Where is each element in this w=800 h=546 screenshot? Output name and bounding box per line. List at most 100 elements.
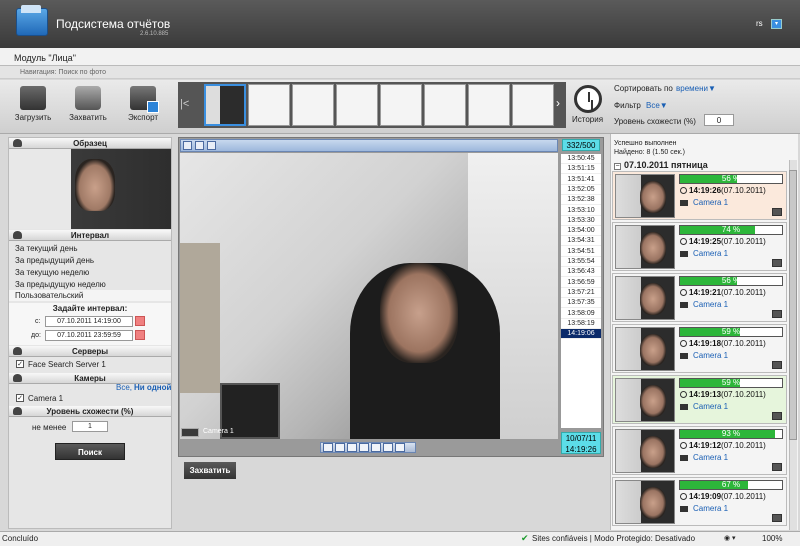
- frame-thumb-selected[interactable]: [204, 84, 246, 126]
- calendar-icon[interactable]: [135, 316, 145, 326]
- video-frame[interactable]: [180, 153, 558, 439]
- time-list-item[interactable]: 13:53:30: [561, 216, 601, 226]
- result-camera[interactable]: Camera 1: [693, 249, 728, 258]
- time-list-item[interactable]: 13:58:19: [561, 319, 601, 329]
- time-list-item[interactable]: 13:56:59: [561, 278, 601, 288]
- time-list-item[interactable]: 13:50:45: [561, 154, 601, 164]
- result-card[interactable]: 59 % 14:19:13(07.10.2011) Camera 1: [612, 375, 787, 424]
- download-icon[interactable]: [772, 310, 782, 318]
- result-thumbnail[interactable]: [615, 378, 675, 422]
- time-list-item[interactable]: 13:54:51: [561, 247, 601, 257]
- export-button[interactable]: Экспорт: [118, 84, 168, 132]
- result-camera[interactable]: Camera 1: [693, 504, 728, 513]
- play-icon[interactable]: [371, 443, 381, 452]
- time-list-item[interactable]: 13:52:05: [561, 185, 601, 195]
- download-icon[interactable]: [772, 514, 782, 522]
- to-date-input[interactable]: 07.10.2011 23:59:59: [45, 330, 133, 341]
- skip-back-icon[interactable]: [323, 443, 333, 452]
- zoom-level[interactable]: 100%: [762, 531, 782, 546]
- result-thumbnail[interactable]: [615, 174, 675, 218]
- result-thumbnail[interactable]: [615, 429, 675, 473]
- result-thumbnail[interactable]: [615, 276, 675, 320]
- time-list-item[interactable]: 14:19:06: [561, 329, 601, 340]
- upload-button[interactable]: Загрузить: [8, 84, 58, 132]
- zoom-icon[interactable]: [183, 141, 192, 150]
- capture-toolbar-button[interactable]: Захватить: [63, 84, 113, 132]
- cameras-all-link[interactable]: Все,: [116, 383, 132, 392]
- result-card[interactable]: 56 % 14:19:21(07.10.2011) Camera 1: [612, 273, 787, 322]
- capture-button[interactable]: Захватить: [184, 462, 236, 479]
- frame-thumb[interactable]: [380, 84, 422, 126]
- calendar-icon[interactable]: [135, 330, 145, 340]
- filter-dropdown[interactable]: Все▼: [646, 101, 668, 110]
- step-forward-icon[interactable]: [383, 443, 393, 452]
- strip-next-icon[interactable]: ›: [556, 96, 560, 110]
- pause-icon[interactable]: [359, 443, 369, 452]
- interval-this-week[interactable]: За текущую неделю: [15, 268, 89, 277]
- history-label[interactable]: История: [572, 115, 603, 124]
- time-list-item[interactable]: 13:57:35: [561, 298, 601, 309]
- sort-dropdown[interactable]: времени▼: [676, 84, 716, 93]
- result-card[interactable]: 56 % 14:19:26(07.10.2011) Camera 1: [612, 171, 787, 220]
- interval-last-week[interactable]: За предыдущую неделю: [15, 280, 106, 289]
- history-clock-icon[interactable]: [574, 85, 602, 113]
- time-list-item[interactable]: 13:53:10: [561, 206, 601, 216]
- user-name[interactable]: rs: [756, 19, 763, 28]
- result-camera[interactable]: Camera 1: [693, 453, 728, 462]
- result-camera[interactable]: Camera 1: [693, 300, 728, 309]
- security-zone[interactable]: Sites confiáveis | Modo Protegido: Desat…: [532, 531, 695, 546]
- similarity-filter-input[interactable]: 0: [704, 114, 734, 126]
- frame-thumb[interactable]: [424, 84, 466, 126]
- time-list-item[interactable]: 13:55:54: [561, 257, 601, 267]
- chevron-down-icon[interactable]: ▾: [771, 19, 782, 29]
- frame-thumb[interactable]: [336, 84, 378, 126]
- time-list-item[interactable]: 13:52:38: [561, 195, 601, 206]
- step-back-icon[interactable]: [335, 443, 345, 452]
- server-checkbox[interactable]: ✓: [16, 360, 24, 368]
- download-icon[interactable]: [772, 259, 782, 267]
- globe-icon[interactable]: ◉ ▾: [724, 535, 736, 543]
- scrollbar-thumb[interactable]: [789, 170, 797, 440]
- from-date-input[interactable]: 07.10.2011 14:19:00: [45, 316, 133, 327]
- time-list-item[interactable]: 13:51:15: [561, 164, 601, 175]
- result-thumbnail[interactable]: [615, 480, 675, 524]
- cameras-none-link[interactable]: Ни одной: [134, 383, 171, 392]
- result-card[interactable]: 59 % 14:19:18(07.10.2011) Camera 1: [612, 324, 787, 373]
- result-camera[interactable]: Camera 1: [693, 198, 728, 207]
- result-camera[interactable]: Camera 1: [693, 402, 728, 411]
- time-list-item[interactable]: 13:54:00: [561, 226, 601, 237]
- result-thumbnail[interactable]: [615, 225, 675, 269]
- time-list-item[interactable]: 13:58:09: [561, 309, 601, 319]
- save-frame-icon[interactable]: [195, 141, 204, 150]
- time-list-item[interactable]: 13:54:31: [561, 236, 601, 247]
- strip-prev-icon[interactable]: |<: [180, 98, 189, 110]
- frame-thumb[interactable]: [248, 84, 290, 126]
- interval-yesterday[interactable]: За предыдущий день: [15, 256, 94, 265]
- print-icon[interactable]: [207, 141, 216, 150]
- download-icon[interactable]: [772, 208, 782, 216]
- frame-thumb[interactable]: [468, 84, 510, 126]
- time-list-item[interactable]: 13:51:41: [561, 175, 601, 185]
- camera-checkbox[interactable]: ✓: [16, 394, 24, 402]
- frame-thumb[interactable]: [292, 84, 334, 126]
- result-card[interactable]: 67 % 14:19:09(07.10.2011) Camera 1: [612, 477, 787, 526]
- similarity-bar: 59 %: [679, 378, 783, 388]
- skip-forward-icon[interactable]: [395, 443, 405, 452]
- time-list-item[interactable]: 13:56:43: [561, 267, 601, 278]
- result-card[interactable]: 74 % 14:19:25(07.10.2011) Camera 1: [612, 222, 787, 271]
- result-camera[interactable]: Camera 1: [693, 351, 728, 360]
- search-button[interactable]: Поиск: [55, 443, 125, 460]
- interval-today[interactable]: За текущий день: [15, 244, 78, 253]
- play-back-icon[interactable]: [347, 443, 357, 452]
- download-icon[interactable]: [772, 361, 782, 369]
- result-time: 14:19:21(07.10.2011): [689, 288, 766, 297]
- download-icon[interactable]: [772, 463, 782, 471]
- download-icon[interactable]: [772, 412, 782, 420]
- min-similarity-input[interactable]: 1: [72, 421, 108, 432]
- result-card[interactable]: 93 % 14:19:12(07.10.2011) Camera 1: [612, 426, 787, 475]
- frame-thumb[interactable]: [512, 84, 554, 126]
- collapse-icon[interactable]: −: [614, 163, 621, 170]
- result-thumbnail[interactable]: [615, 327, 675, 371]
- interval-custom[interactable]: Пользовательский: [9, 290, 171, 301]
- time-list-item[interactable]: 13:57:21: [561, 288, 601, 298]
